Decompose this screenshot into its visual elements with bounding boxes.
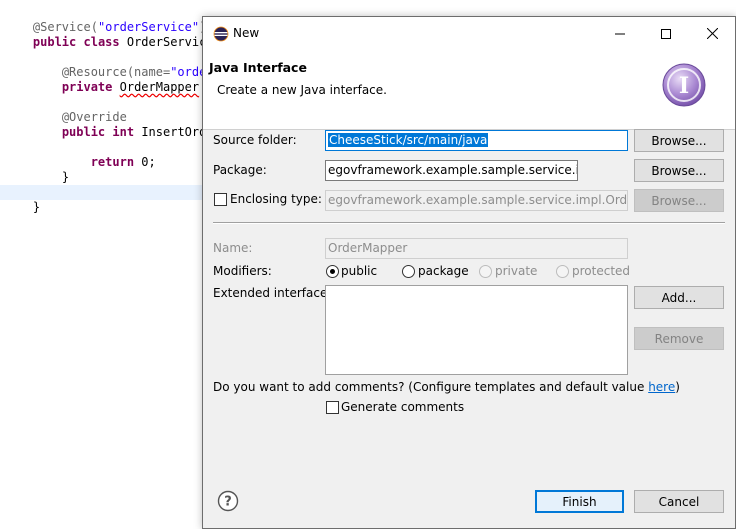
return-value: 0;	[141, 155, 156, 169]
window-title: New	[233, 26, 260, 40]
package-input[interactable]: egovframework.example.sample.service.imp…	[325, 160, 578, 181]
source-folder-label: Source folder:	[213, 133, 297, 147]
source-folder-value: CheeseStick/src/main/java	[328, 133, 489, 147]
close-button[interactable]	[689, 17, 735, 50]
code-line-11: }	[4, 155, 69, 184]
package-browse-button[interactable]: Browse...	[634, 159, 724, 182]
keyword: public	[61, 125, 106, 139]
modifier-public-radio[interactable]	[326, 265, 339, 278]
help-icon[interactable]: ?	[217, 490, 239, 512]
enclosing-type-input: egovframework.example.sample.service.imp…	[325, 190, 628, 211]
modifier-private-label: private	[495, 264, 538, 278]
close-icon	[706, 28, 718, 39]
separator	[213, 222, 725, 224]
maximize-icon	[661, 28, 671, 39]
maximize-button[interactable]	[643, 17, 689, 50]
radio-selected-dot	[330, 269, 335, 274]
brace: }	[32, 200, 41, 214]
generate-comments-label: Generate comments	[341, 400, 465, 414]
type-name-error: OrderMapper	[119, 80, 200, 94]
wizard-banner: Java Interface Create a new Java interfa…	[203, 50, 735, 130]
code-line-7: @Override	[4, 95, 127, 124]
name-input[interactable]: OrderMapper	[325, 238, 628, 259]
generate-comments-checkbox[interactable]	[326, 401, 339, 414]
modifier-protected-radio	[556, 265, 569, 278]
remove-interface-button: Remove	[634, 327, 724, 350]
extended-interfaces-label: Extended interfaces:	[213, 286, 338, 300]
keyword: public	[32, 35, 77, 49]
new-java-interface-dialog: New Java Interface Create a new Java int…	[202, 16, 736, 529]
modifier-private-radio	[479, 265, 492, 278]
finish-button[interactable]: Finish	[535, 490, 624, 513]
source-folder-browse-button[interactable]: Browse...	[634, 129, 724, 152]
name-label: Name:	[213, 241, 253, 255]
minimize-icon	[615, 33, 625, 34]
code-line-10: return 0;	[4, 140, 156, 169]
keyword: return	[90, 155, 135, 169]
modifier-public-label: public	[341, 264, 378, 278]
modifiers-label: Modifiers:	[213, 264, 272, 278]
comments-question-suffix: )	[675, 380, 680, 394]
keyword: class	[83, 35, 120, 49]
modifier-package-label: package	[418, 264, 469, 278]
enclosing-type-browse-button: Browse...	[634, 189, 724, 212]
comments-question: Do you want to add comments? (Configure …	[213, 380, 680, 394]
wizard-title: Java Interface	[209, 60, 307, 75]
keyword: int	[112, 125, 135, 139]
add-interface-button[interactable]: Add...	[634, 286, 724, 309]
minimize-button[interactable]	[597, 17, 643, 50]
enclosing-type-label: Enclosing type:	[230, 192, 322, 206]
enclosing-type-checkbox[interactable]	[214, 193, 227, 206]
svg-text:?: ?	[224, 495, 232, 510]
source-folder-input[interactable]: CheeseStick/src/main/java	[325, 130, 628, 151]
modifier-protected-label: protected	[572, 264, 631, 278]
title-bar[interactable]: New	[203, 17, 735, 50]
wizard-description: Create a new Java interface.	[217, 83, 387, 97]
modifier-package-radio[interactable]	[402, 265, 415, 278]
brace: }	[61, 170, 70, 184]
java-interface-icon: I	[662, 63, 706, 107]
configure-templates-link[interactable]: here	[648, 380, 675, 394]
eclipse-app-icon	[213, 26, 229, 42]
code-line-1: @Service("orderService")	[4, 5, 206, 34]
svg-text:I: I	[679, 73, 689, 99]
comments-question-text: Do you want to add comments? (Configure …	[213, 380, 649, 394]
cancel-button[interactable]: Cancel	[634, 490, 724, 513]
extended-interfaces-list[interactable]	[325, 285, 628, 375]
package-label: Package:	[213, 163, 267, 177]
keyword: private	[61, 80, 113, 94]
code-line-13: }	[0, 185, 210, 214]
